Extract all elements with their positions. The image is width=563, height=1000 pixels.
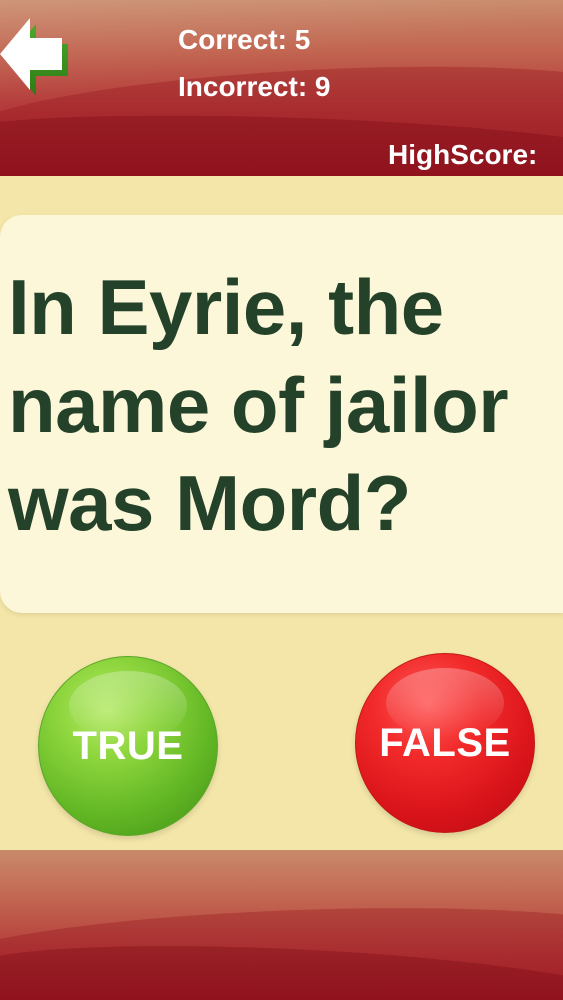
back-button[interactable]: [0, 14, 72, 100]
incorrect-count: Incorrect: 9: [178, 71, 331, 102]
question-text: In Eyrie, the name of jailor was Mord?: [8, 263, 509, 547]
false-button[interactable]: FALSE: [355, 653, 535, 833]
true-button[interactable]: TRUE: [38, 656, 218, 836]
true-button-label: TRUE: [72, 723, 184, 768]
back-arrow-icon: [0, 18, 68, 96]
highscore-label: HighScore:: [388, 139, 538, 170]
false-button-label: FALSE: [379, 720, 511, 765]
correct-count: Correct: 5: [178, 24, 311, 55]
bottom-bar: [0, 850, 563, 1000]
